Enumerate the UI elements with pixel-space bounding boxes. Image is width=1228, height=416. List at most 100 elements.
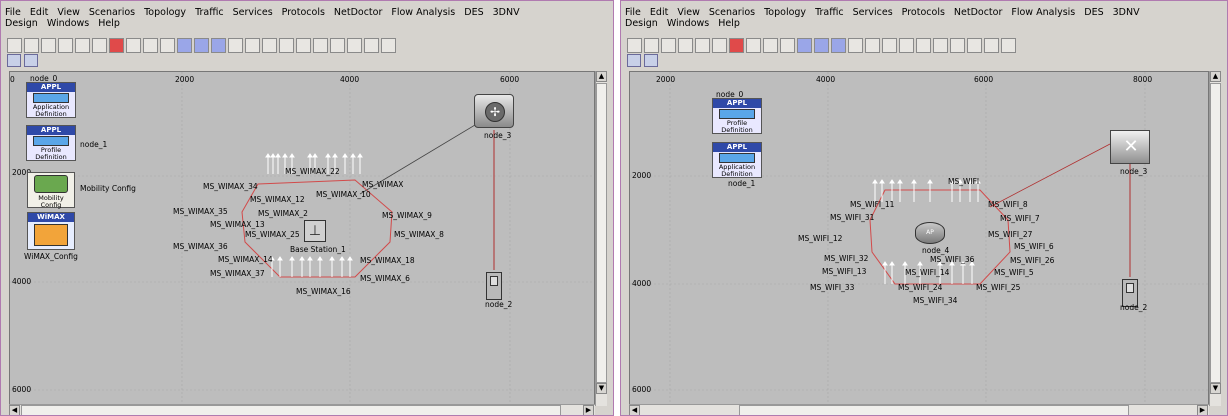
record-icon[interactable] [729, 38, 744, 53]
menu-3dnv[interactable]: 3DNV [1113, 7, 1140, 18]
select-icon[interactable] [695, 38, 710, 53]
zoom-in-icon[interactable] [143, 38, 158, 53]
open-icon[interactable] [24, 38, 39, 53]
save-icon[interactable] [661, 38, 676, 53]
print-icon[interactable] [58, 38, 73, 53]
import-icon[interactable] [797, 38, 812, 53]
menu-netdoctor[interactable]: NetDoctor [334, 7, 382, 18]
save-icon[interactable] [41, 38, 56, 53]
import-icon[interactable] [177, 38, 192, 53]
node-icon[interactable] [296, 38, 311, 53]
scroll-left-icon[interactable]: ◀ [9, 405, 20, 415]
route-icon[interactable] [933, 38, 948, 53]
table-icon[interactable] [967, 38, 982, 53]
menu-help[interactable]: Help [98, 18, 120, 29]
scroll-thumb[interactable] [596, 83, 607, 383]
record-icon[interactable] [109, 38, 124, 53]
scroll-down-icon[interactable]: ▼ [1210, 383, 1221, 394]
mobility-config-node[interactable]: Mobility Config [27, 172, 75, 209]
config-icon[interactable] [194, 38, 209, 53]
select-icon[interactable] [75, 38, 90, 53]
menu-topology[interactable]: Topology [764, 7, 806, 18]
link-icon[interactable] [899, 38, 914, 53]
results-icon[interactable] [865, 38, 880, 53]
map-icon[interactable] [7, 54, 21, 67]
workspace-canvas[interactable]: 0 2000 4000 6000 2000 4000 6000 node_0 A… [9, 71, 595, 406]
zoom-in-icon[interactable] [763, 38, 778, 53]
graph-icon[interactable] [882, 38, 897, 53]
node-icon[interactable] [916, 38, 931, 53]
menu-des[interactable]: DES [1084, 7, 1103, 18]
table-icon[interactable] [347, 38, 362, 53]
stats-icon[interactable] [848, 38, 863, 53]
scroll-thumb[interactable] [21, 405, 561, 415]
link-icon[interactable] [279, 38, 294, 53]
java-icon[interactable] [644, 54, 658, 67]
menu-design[interactable]: Design [5, 18, 38, 29]
menu-netdoctor[interactable]: NetDoctor [954, 7, 1002, 18]
scroll-thumb[interactable] [1210, 83, 1221, 383]
menu-edit[interactable]: Edit [650, 7, 668, 18]
menu-services[interactable]: Services [853, 7, 893, 18]
scroll-up-icon[interactable]: ▲ [596, 71, 607, 82]
zoom-out-icon[interactable] [160, 38, 175, 53]
menu-file[interactable]: File [625, 7, 641, 18]
analysis-icon[interactable] [950, 38, 965, 53]
menu-view[interactable]: View [57, 7, 80, 18]
menu-flow-analysis[interactable]: Flow Analysis [1011, 7, 1075, 18]
workspace-canvas[interactable]: 2000 4000 6000 8000 2000 4000 6000 node_… [629, 71, 1209, 406]
scroll-up-icon[interactable]: ▲ [1210, 71, 1221, 82]
object-palette-icon[interactable] [746, 38, 761, 53]
print-icon[interactable] [678, 38, 693, 53]
application-definition-node[interactable]: APPL Application Definition [26, 82, 76, 118]
stop-icon[interactable] [712, 38, 727, 53]
help-icon[interactable] [1001, 38, 1016, 53]
config-icon[interactable] [814, 38, 829, 53]
graph-icon[interactable] [262, 38, 277, 53]
menu-traffic[interactable]: Traffic [195, 7, 224, 18]
menu-flow-analysis[interactable]: Flow Analysis [391, 7, 455, 18]
base-station-node[interactable]: ⊥ [304, 220, 326, 242]
vertical-scrollbar[interactable]: ▲ ▼ [595, 71, 607, 406]
router-node[interactable]: ✢ [474, 94, 514, 128]
menu-protocols[interactable]: Protocols [902, 7, 945, 18]
new-icon[interactable] [627, 38, 642, 53]
menu-protocols[interactable]: Protocols [282, 7, 325, 18]
access-point-node[interactable]: AP [915, 222, 945, 244]
menu-scenarios[interactable]: Scenarios [709, 7, 755, 18]
application-definition-node[interactable]: APPL Application Definition [712, 142, 762, 178]
menu-design[interactable]: Design [625, 18, 658, 29]
menu-scenarios[interactable]: Scenarios [89, 7, 135, 18]
menu-topology[interactable]: Topology [144, 7, 186, 18]
deploy-icon[interactable] [831, 38, 846, 53]
vertical-scrollbar[interactable]: ▲ ▼ [1209, 71, 1221, 406]
profile-definition-node[interactable]: APPL Profile Definition [712, 98, 762, 134]
stats-icon[interactable] [228, 38, 243, 53]
deploy-icon[interactable] [211, 38, 226, 53]
server-node[interactable] [486, 272, 502, 300]
scroll-right-icon[interactable]: ▶ [583, 405, 594, 415]
switch-node[interactable]: ✕ [1110, 130, 1150, 164]
map-icon[interactable] [627, 54, 641, 67]
new-icon[interactable] [7, 38, 22, 53]
java-icon[interactable] [24, 54, 38, 67]
wimax-config-node[interactable]: WiMAX [27, 212, 75, 250]
object-palette-icon[interactable] [126, 38, 141, 53]
window-icon[interactable] [364, 38, 379, 53]
scroll-left-icon[interactable]: ◀ [629, 405, 640, 415]
menu-windows[interactable]: Windows [47, 18, 89, 29]
open-icon[interactable] [644, 38, 659, 53]
scroll-right-icon[interactable]: ▶ [1197, 405, 1208, 415]
menu-des[interactable]: DES [464, 7, 483, 18]
window-icon[interactable] [984, 38, 999, 53]
profile-definition-node[interactable]: APPL Profile Definition [26, 125, 76, 161]
menu-3dnv[interactable]: 3DNV [493, 7, 520, 18]
menu-traffic[interactable]: Traffic [815, 7, 844, 18]
menu-edit[interactable]: Edit [30, 7, 48, 18]
scroll-thumb[interactable] [739, 405, 1129, 415]
help-icon[interactable] [381, 38, 396, 53]
menu-help[interactable]: Help [718, 18, 740, 29]
horizontal-scrollbar[interactable]: ◀ ▶ [629, 404, 1209, 415]
menu-services[interactable]: Services [233, 7, 273, 18]
menu-view[interactable]: View [677, 7, 700, 18]
